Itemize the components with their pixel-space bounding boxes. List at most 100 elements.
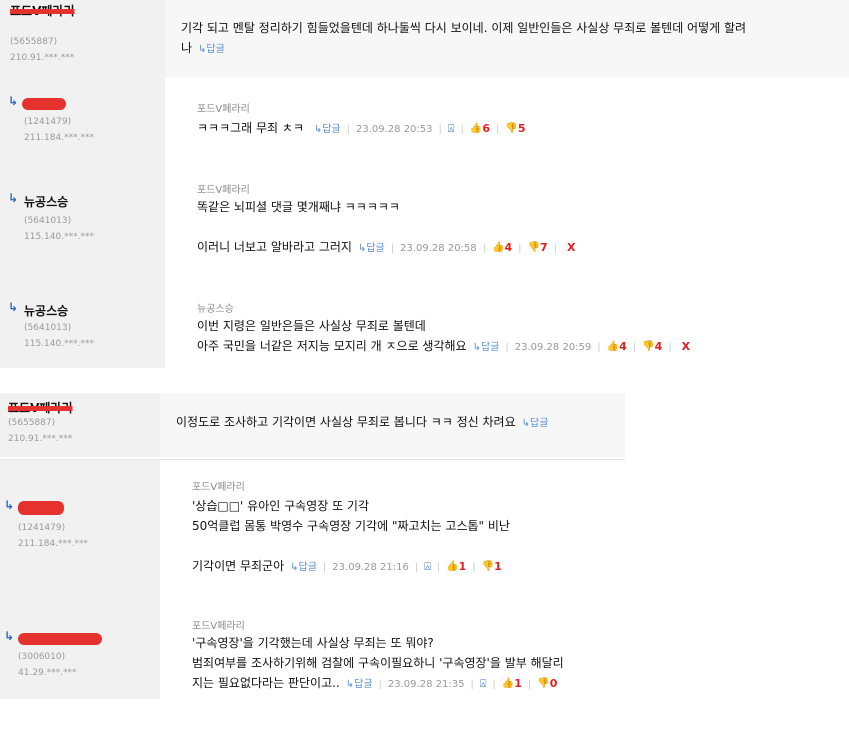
nickname[interactable]: 포드V페라리	[8, 399, 73, 416]
comment-text: ㅋㅋㅋ그래 무죄 ㅊㅋ ↳답글 | 23.09.28 20:53 | ⍓ | 👍6 | 👎5	[197, 118, 525, 140]
downvote-count: 5	[517, 122, 526, 135]
ip-address: 115.140.***.***	[24, 339, 94, 349]
comment-text-tail: 지는 필요없다라는 판단이고..	[192, 676, 340, 690]
comment-text: 기각 되고 멘탈 정리하기 힘들었을텐데 하나둘씩 다시 보이네. 이제 일반인…	[181, 18, 746, 60]
separator: |	[553, 243, 557, 254]
nickname[interactable]: 포드V페라리	[10, 2, 75, 19]
reply-link[interactable]: ↳답글	[198, 44, 225, 55]
separator: |	[668, 342, 672, 353]
user-id: (5641013)	[24, 323, 72, 333]
comment-text-line: ㅋㅋㅋ그래 무죄 ㅊㅋ	[197, 121, 304, 135]
comment-date: 23.09.28 20:59	[514, 342, 592, 353]
reply-to-author: 포드V페라리	[192, 482, 245, 493]
delete-x-button[interactable]: X	[567, 241, 575, 254]
comment-text-line: '구속영장'을 기각했는데 사실상 무죄는 또 뭐야?	[192, 636, 434, 650]
comment-text-line: 이러니 너보고 알바라고 그러지 ↳답글 | 23.09.28 20:58 | 👍4 | 👎7…	[197, 237, 575, 259]
comment-text-line: 지는 필요없다라는 판단이고.. ↳답글 | 23.09.28 21:35 | ⍓ | 👍1 |…	[192, 673, 564, 695]
separator: |	[597, 342, 601, 353]
reply-link[interactable]: ↳답글	[473, 342, 500, 353]
reply-to-author: 포드V페라리	[197, 185, 250, 196]
comment-profile: ↳ (3006010) 41.29.***.***	[0, 595, 160, 699]
comment-body: 이정도로 조사하고 기각이면 사실상 무죄로 봅니다 ㅋㅋ 정신 차려요 ↳답글	[160, 393, 625, 457]
comment-reply: ↳ 뉴공스승 (5641013) 115.140.***.*** 뉴공스승 이번…	[0, 276, 849, 368]
thumb-down-icon[interactable]: 👎	[642, 337, 654, 357]
comment-reply: ↳ (3006010) 41.29.***.*** 포드V페라리 '구속영장'을…	[0, 595, 625, 699]
delete-x-button[interactable]: X	[682, 340, 690, 353]
comment-text: '구속영장'을 기각했는데 사실상 무죄는 또 뭐야? 범죄여부를 조사하기위해…	[192, 633, 564, 695]
reply-to-author: 뉴공스승	[197, 304, 234, 315]
comment-body: 뉴공스승 이번 지령은 일반은들은 사실상 무죄로 볼텐데 아주 국민을 너같은…	[165, 276, 849, 368]
reply-link[interactable]: ↳답글	[290, 562, 317, 573]
comment-text-line: 기각이면 무죄군아 ↳답글 | 23.09.28 21:16 | ⍓ | 👍1 | 👎1	[192, 556, 510, 578]
separator: |	[438, 124, 442, 135]
separator: |	[505, 342, 509, 353]
nickname[interactable]: 뉴공스승	[24, 302, 68, 319]
comment-main: 포드V페라리 (5655887) 210.91.***.*** 이정도로 조사하…	[0, 393, 625, 457]
reply-arrow-icon: ↳	[8, 94, 19, 108]
thumb-down-icon[interactable]: 👎	[505, 119, 517, 139]
reply-link[interactable]: ↳답글	[358, 243, 385, 254]
comment-reply: ↳ 뉴공스승 (5641013) 115.140.***.*** 포드V페라리 …	[0, 159, 849, 277]
thumb-down-icon[interactable]: 👎	[528, 238, 540, 258]
comment-text-line: 50억클럽 몸통 박영수 구속영장 기각에 "짜고치는 고스톱" 비난	[192, 519, 510, 533]
comment-reply: ↳ (1241479) 211.184.***.*** 포드V페라리 ㅋㅋㅋ그래…	[0, 78, 849, 160]
user-id: (1241479)	[18, 523, 66, 533]
thumb-up-icon[interactable]: 👍	[607, 337, 619, 357]
comment-text-line: 나 ↳답글	[181, 38, 746, 60]
separator: |	[460, 124, 464, 135]
downvote-count: 7	[539, 241, 548, 254]
separator: |	[378, 679, 382, 690]
comment-text: '상습□□' 유아인 구속영장 또 기각 50억클럽 몸통 박영수 구속영장 기…	[192, 496, 510, 578]
user-id: (5641013)	[24, 216, 72, 226]
redaction-mark	[22, 97, 66, 110]
thumb-up-icon[interactable]: 👍	[502, 674, 514, 694]
comment-text-line: 이정도로 조사하고 기각이면 사실상 무죄로 봅니다 ㅋㅋ 정신 차려요	[176, 415, 516, 429]
comment-body: 기각 되고 멘탈 정리하기 힘들었을텐데 하나둘씩 다시 보이네. 이제 일반인…	[165, 0, 849, 78]
reply-arrow-icon: ↳	[8, 191, 19, 205]
comment-profile: ↳ (1241479) 211.184.***.***	[0, 78, 165, 159]
reply-link[interactable]: ↳답글	[346, 679, 373, 690]
siren-icon[interactable]: ⍓	[424, 557, 431, 577]
redaction-mark	[18, 632, 102, 645]
comment-text-line: 똑같은 뇌피셜 댓글 몇개째냐 ㅋㅋㅋㅋㅋ	[197, 200, 400, 214]
upvote-count: 4	[619, 340, 627, 353]
siren-icon[interactable]: ⍓	[448, 119, 455, 139]
separator: |	[482, 243, 487, 254]
separator: |	[632, 342, 637, 353]
comment-text-line: 아주 국민을 너같은 저지능 모지리 개 ㅈ으로 생각해요 ↳답글 | 23.09.2…	[197, 336, 690, 358]
nickname-redacted[interactable]	[22, 96, 66, 110]
comment-text-tail: 기각이면 무죄군아	[192, 559, 285, 573]
reply-link[interactable]: ↳답글	[314, 124, 341, 135]
separator: |	[518, 243, 522, 254]
comment-text-line	[197, 217, 575, 237]
separator: |	[414, 562, 419, 573]
user-id: (3006010)	[18, 652, 66, 662]
comment-main: 포드V페라리 (5655887) 210.91.***.*** 기각 되고 멘탈…	[0, 0, 849, 79]
comment-body: 포드V페라리 '구속영장'을 기각했는데 사실상 무죄는 또 뭐야? 범죄여부를…	[160, 595, 625, 699]
separator: |	[495, 124, 500, 135]
separator: |	[527, 679, 532, 690]
comment-date: 23.09.28 20:53	[355, 124, 433, 135]
reply-link[interactable]: ↳답글	[522, 418, 549, 429]
nickname-redacted[interactable]	[18, 500, 64, 515]
comment-text: 이정도로 조사하고 기각이면 사실상 무죄로 봅니다 ㅋㅋ 정신 차려요 ↳답글	[176, 412, 548, 434]
thumb-down-icon[interactable]: 👎	[482, 557, 494, 577]
thumb-up-icon[interactable]: 👍	[446, 557, 458, 577]
ip-address: 41.29.***.***	[18, 668, 77, 678]
thumb-down-icon[interactable]: 👎	[537, 674, 549, 694]
comment-profile: 포드V페라리 (5655887) 210.91.***.***	[0, 0, 165, 78]
user-id: (5655887)	[10, 37, 58, 47]
ip-address: 115.140.***.***	[24, 232, 94, 242]
comment-profile: ↳ 뉴공스승 (5641013) 115.140.***.***	[0, 276, 165, 368]
ip-address: 211.184.***.***	[18, 539, 88, 549]
siren-icon[interactable]: ⍓	[480, 674, 487, 694]
separator: |	[346, 124, 350, 135]
comment-text-tail: 나	[181, 41, 193, 55]
upvote-count: 4	[504, 241, 513, 254]
thumb-up-icon[interactable]: 👍	[470, 119, 482, 139]
separator: |	[470, 679, 474, 690]
nickname[interactable]: 뉴공스승	[24, 193, 68, 210]
thumb-up-icon[interactable]: 👍	[492, 238, 504, 258]
nickname-redacted[interactable]	[18, 631, 102, 645]
comment-text-tail: 아주 국민을 너같은 저지능 모지리 개 ㅈ으로 생각해요	[197, 339, 467, 353]
